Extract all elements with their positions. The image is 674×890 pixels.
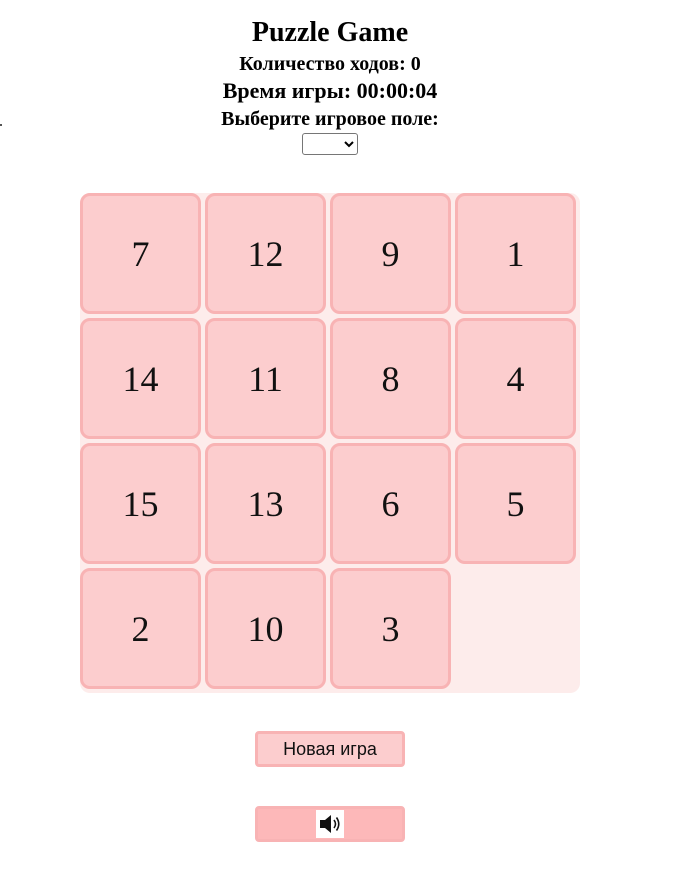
puzzle-tile[interactable]: 4 bbox=[455, 318, 576, 439]
puzzle-tile[interactable]: 5 bbox=[455, 443, 576, 564]
puzzle-tile[interactable]: 7 bbox=[80, 193, 201, 314]
moves-counter: Количество ходов: 0 bbox=[239, 53, 421, 75]
board-size-select-wrapper bbox=[302, 133, 358, 155]
game-board: 7 12 9 1 14 11 8 4 15 13 6 5 2 10 3 bbox=[80, 193, 580, 693]
board-select-label: Выберите игровое поле: bbox=[221, 108, 439, 130]
page-title: Puzzle Game bbox=[251, 17, 409, 48]
board-size-select[interactable] bbox=[302, 133, 358, 155]
puzzle-tile[interactable]: 2 bbox=[80, 568, 201, 689]
puzzle-tile[interactable]: 9 bbox=[330, 193, 451, 314]
puzzle-tile[interactable]: 3 bbox=[330, 568, 451, 689]
puzzle-tile[interactable]: 15 bbox=[80, 443, 201, 564]
speaker-icon bbox=[316, 810, 344, 838]
puzzle-tile[interactable]: 13 bbox=[205, 443, 326, 564]
sound-toggle-button[interactable] bbox=[255, 806, 405, 842]
game-timer: Время игры: 00:00:04 bbox=[222, 78, 438, 103]
puzzle-tile[interactable]: 14 bbox=[80, 318, 201, 439]
puzzle-tile[interactable]: 6 bbox=[330, 443, 451, 564]
puzzle-tile[interactable]: 10 bbox=[205, 568, 326, 689]
puzzle-tile[interactable]: 1 bbox=[455, 193, 576, 314]
new-game-button[interactable]: Новая игра bbox=[255, 731, 405, 767]
puzzle-tile[interactable]: 11 bbox=[205, 318, 326, 439]
puzzle-tile[interactable]: 8 bbox=[330, 318, 451, 439]
empty-cell bbox=[455, 568, 576, 689]
puzzle-tile[interactable]: 12 bbox=[205, 193, 326, 314]
